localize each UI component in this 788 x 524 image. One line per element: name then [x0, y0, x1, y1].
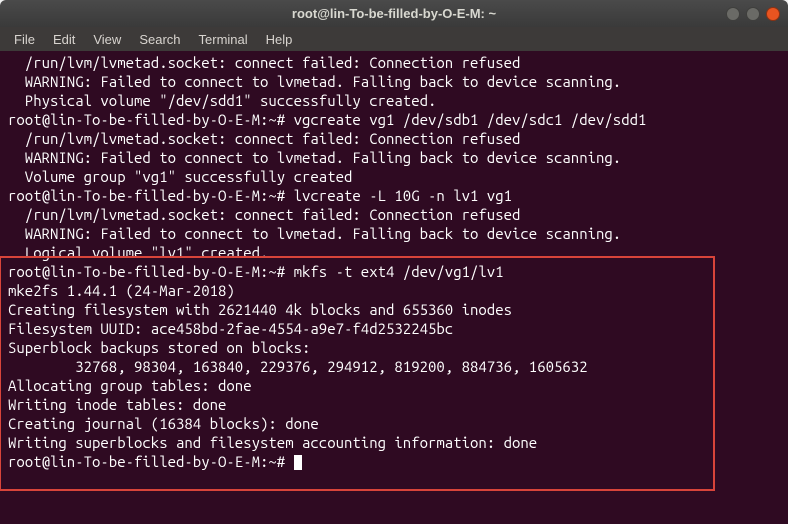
terminal-line: 32768, 98304, 163840, 229376, 294912, 81… — [8, 357, 780, 376]
terminal-line: Superblock backups stored on blocks: — [8, 338, 780, 357]
terminal-line: Creating filesystem with 2621440 4k bloc… — [8, 300, 780, 319]
close-icon[interactable] — [766, 7, 780, 21]
terminal-line: /run/lvm/lvmetad.socket: connect failed:… — [8, 129, 780, 148]
terminal-line: Creating journal (16384 blocks): done — [8, 414, 780, 433]
window-controls — [726, 7, 780, 21]
terminal-body[interactable]: /run/lvm/lvmetad.socket: connect failed:… — [0, 51, 788, 524]
terminal-line: /run/lvm/lvmetad.socket: connect failed:… — [8, 53, 780, 72]
terminal-line: Filesystem UUID: ace458bd-2fae-4554-a9e7… — [8, 319, 780, 338]
terminal-line: Writing superblocks and filesystem accou… — [8, 433, 780, 452]
menu-search[interactable]: Search — [131, 30, 188, 49]
terminal-prompt-line: root@lin-To-be-filled-by-O-E-M:~# vgcrea… — [8, 110, 780, 129]
minimize-icon[interactable] — [726, 7, 740, 21]
terminal-line: WARNING: Failed to connect to lvmetad. F… — [8, 72, 780, 91]
terminal-prompt-current: root@lin-To-be-filled-by-O-E-M:~# — [8, 452, 780, 471]
terminal-line: Allocating group tables: done — [8, 376, 780, 395]
titlebar[interactable]: root@lin-To-be-filled-by-O-E-M: ~ — [0, 0, 788, 27]
terminal-window: root@lin-To-be-filled-by-O-E-M: ~ File E… — [0, 0, 788, 524]
terminal-line: WARNING: Failed to connect to lvmetad. F… — [8, 148, 780, 167]
terminal-line: Volume group "vg1" successfully created — [8, 167, 780, 186]
menu-help[interactable]: Help — [258, 30, 301, 49]
menu-file[interactable]: File — [6, 30, 43, 49]
menu-view[interactable]: View — [85, 30, 129, 49]
window-title: root@lin-To-be-filled-by-O-E-M: ~ — [292, 6, 496, 21]
terminal-line: Physical volume "/dev/sdd1" successfully… — [8, 91, 780, 110]
terminal-line: Logical volume "lv1" created. — [8, 243, 780, 262]
terminal-line: WARNING: Failed to connect to lvmetad. F… — [8, 224, 780, 243]
menu-edit[interactable]: Edit — [45, 30, 83, 49]
menubar: File Edit View Search Terminal Help — [0, 27, 788, 51]
terminal-line: mke2fs 1.44.1 (24-Mar-2018) — [8, 281, 780, 300]
cursor-icon — [294, 455, 302, 470]
maximize-icon[interactable] — [746, 7, 760, 21]
terminal-prompt-line: root@lin-To-be-filled-by-O-E-M:~# mkfs -… — [8, 262, 780, 281]
menu-terminal[interactable]: Terminal — [191, 30, 256, 49]
terminal-prompt-line: root@lin-To-be-filled-by-O-E-M:~# lvcrea… — [8, 186, 780, 205]
prompt-text: root@lin-To-be-filled-by-O-E-M:~# — [8, 453, 294, 470]
terminal-line: /run/lvm/lvmetad.socket: connect failed:… — [8, 205, 780, 224]
terminal-line: Writing inode tables: done — [8, 395, 780, 414]
